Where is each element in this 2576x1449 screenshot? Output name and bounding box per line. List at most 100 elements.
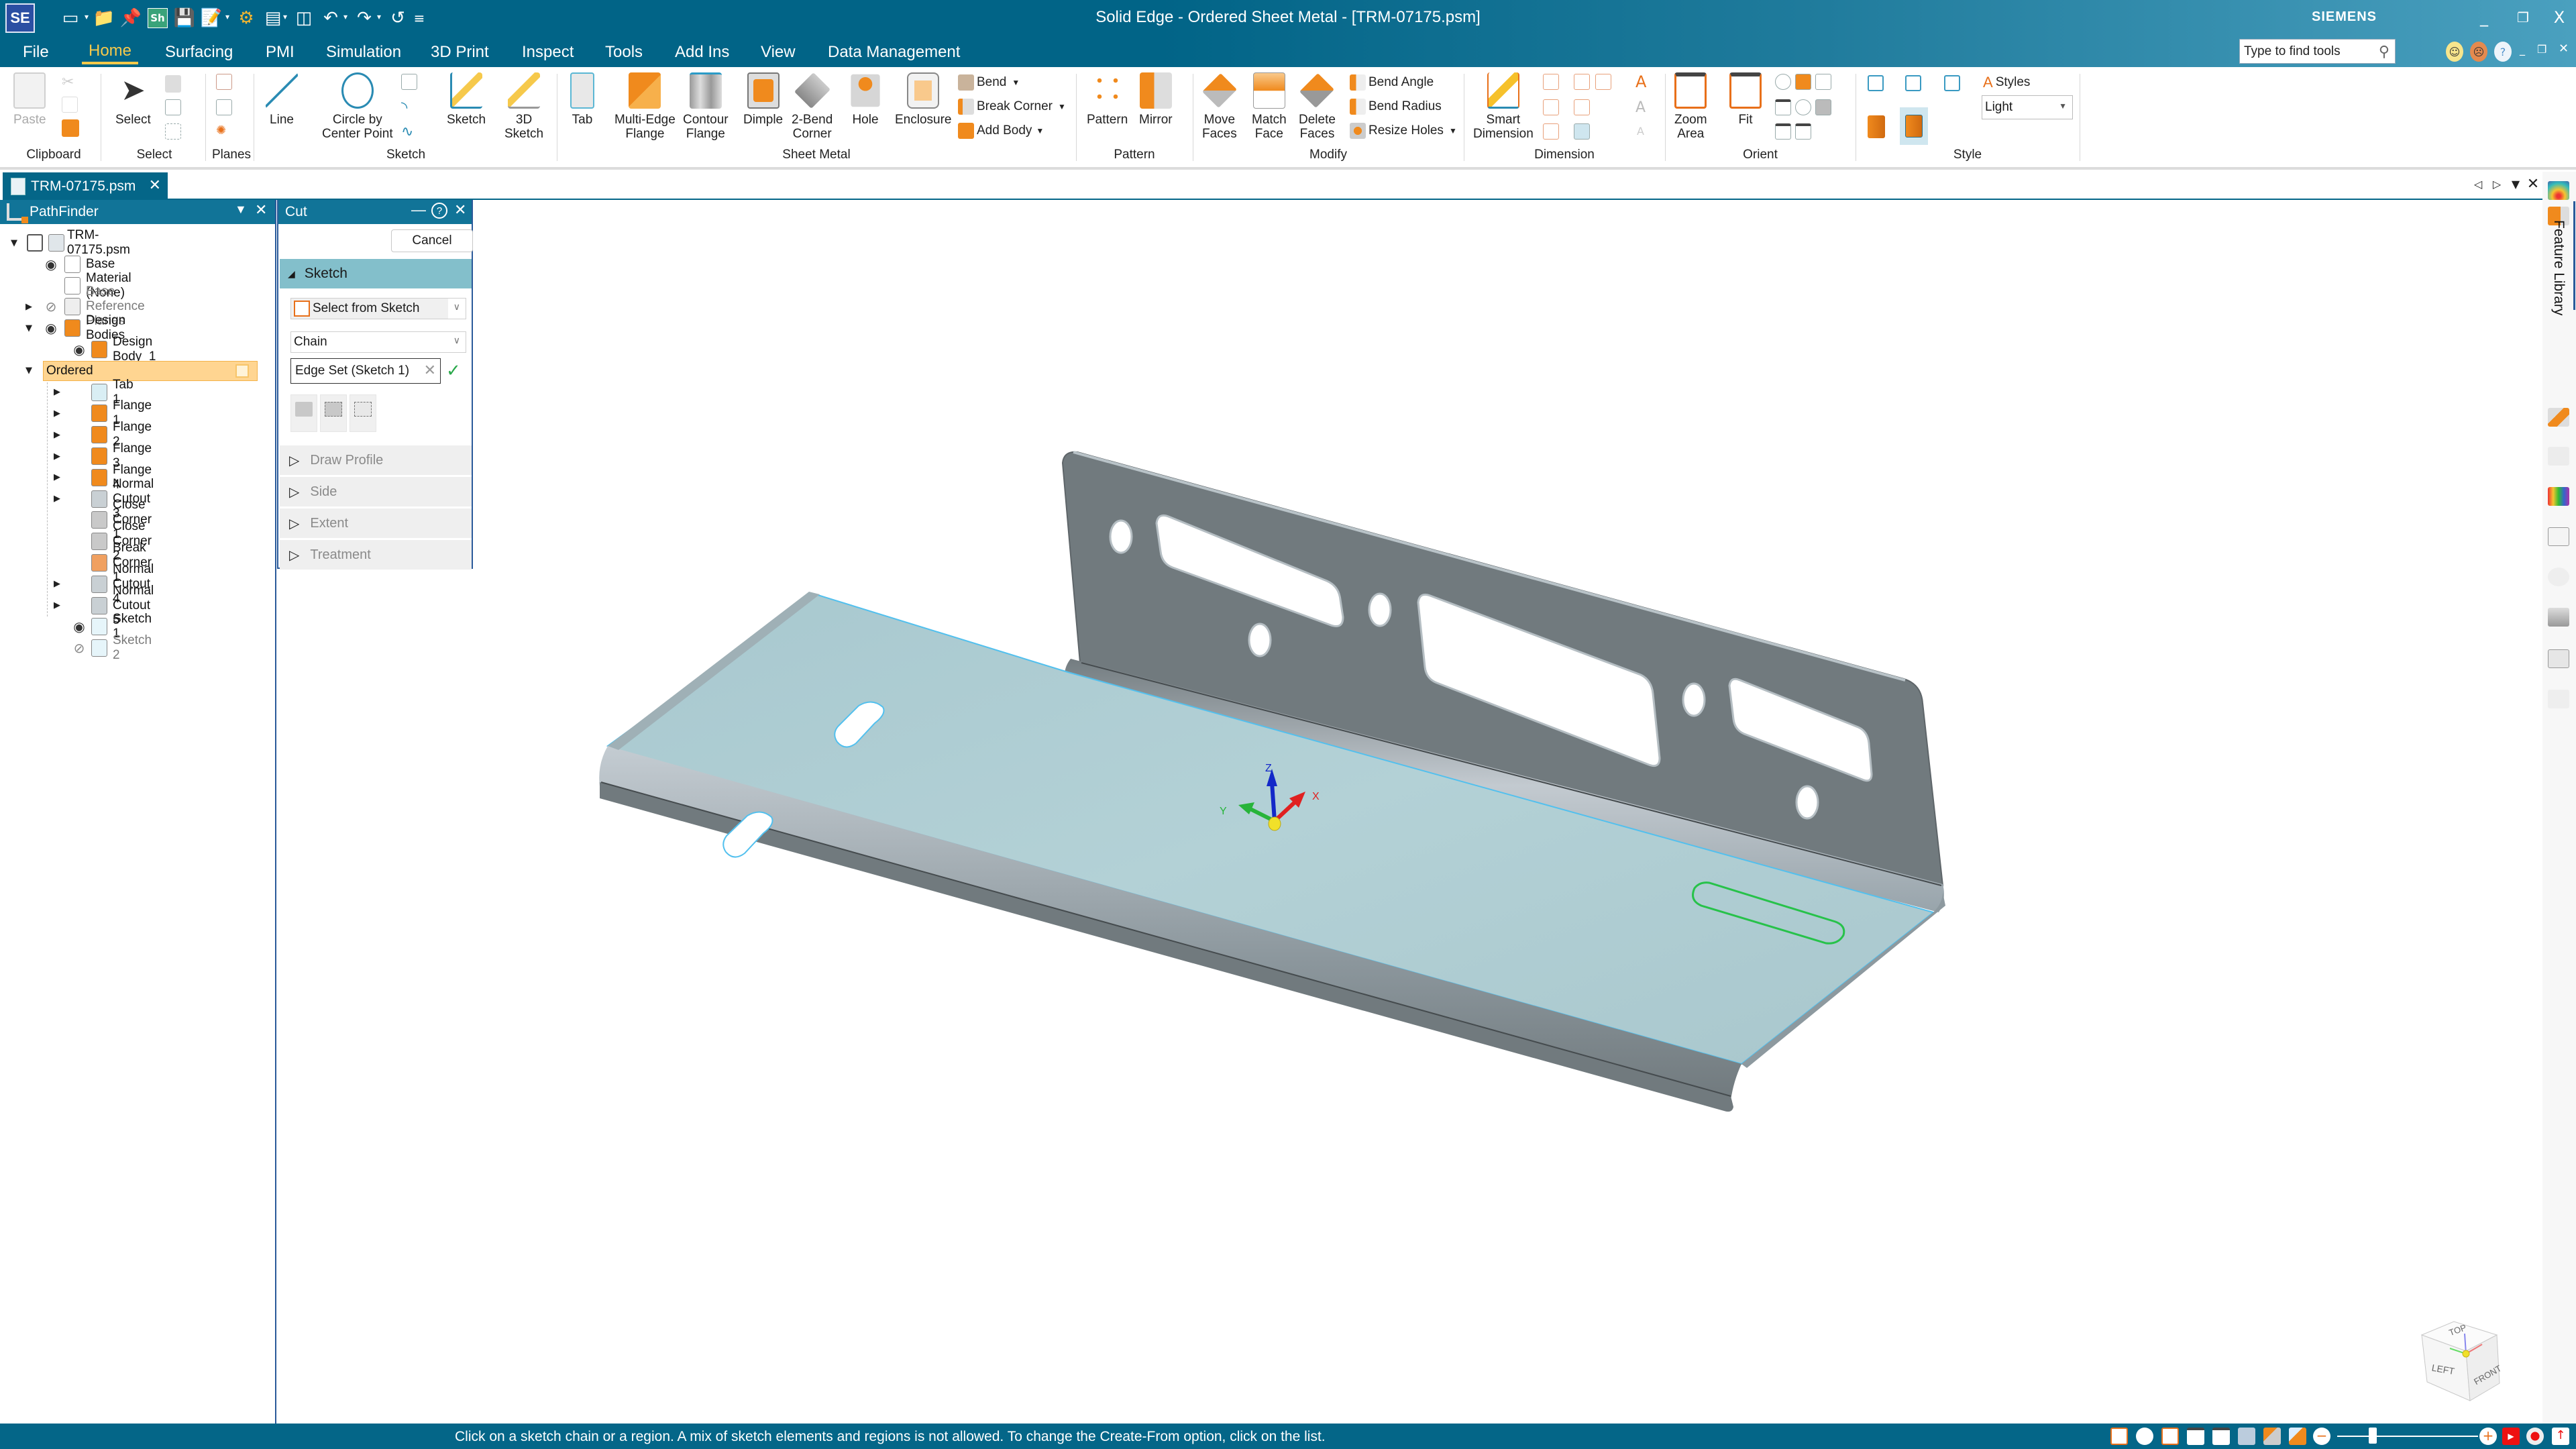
resize-holes-button[interactable]: Resize Holes ▼ xyxy=(1350,121,1457,141)
filter-icon[interactable] xyxy=(165,75,181,93)
expand-node-icon[interactable]: ▶ xyxy=(52,600,62,610)
collapse-node-icon[interactable]: ▼ xyxy=(9,238,19,248)
side-section[interactable]: ▷ Side xyxy=(280,477,472,506)
heatmap-icon[interactable] xyxy=(2548,181,2569,200)
tab-surfacing[interactable]: Surfacing xyxy=(158,40,239,64)
restore-button[interactable]: ❐ xyxy=(2510,4,2536,31)
curve-icon[interactable]: ∿ xyxy=(401,123,413,140)
contour-flange-button[interactable]: Contour Flange xyxy=(683,72,729,141)
shaded-with-edges-icon[interactable] xyxy=(1900,107,1928,145)
expand-node-icon[interactable]: ▶ xyxy=(52,472,62,482)
expand-node-icon[interactable]: ▶ xyxy=(52,409,62,419)
deselect-all-button[interactable] xyxy=(350,394,376,432)
video-tutorial-icon[interactable]: ▶ xyxy=(2502,1428,2520,1445)
cancel-button[interactable]: Cancel xyxy=(391,229,473,252)
shaded-icon[interactable] xyxy=(1868,115,1885,138)
hidden-eye-icon[interactable]: ⊘ xyxy=(71,640,87,656)
circle-by-center-button[interactable]: Circle by Center Point xyxy=(322,72,393,141)
hole-button[interactable]: Hole xyxy=(849,72,881,127)
coordinate-system-icon[interactable]: ✺ xyxy=(216,123,232,140)
plane-angle-icon[interactable] xyxy=(216,99,232,115)
move-faces-button[interactable]: Move Faces xyxy=(1201,72,1237,141)
dimension-style-icon[interactable] xyxy=(1574,123,1590,140)
fit-icon[interactable] xyxy=(2161,1428,2179,1445)
tab-list-icon[interactable]: ▼ xyxy=(2508,176,2524,192)
close-document-tab-icon[interactable]: ✕ xyxy=(149,176,161,194)
help-icon[interactable]: ? xyxy=(2494,42,2512,62)
feedback-happy-icon[interactable]: ☺ xyxy=(2446,42,2463,62)
layers-icon[interactable] xyxy=(2548,608,2569,627)
box-select-icon[interactable] xyxy=(165,123,181,140)
view-cube[interactable]: TOP LEFT FRONT xyxy=(2415,1307,2529,1407)
visible-hidden-edges-icon[interactable] xyxy=(1905,75,1921,91)
zoom-out-icon[interactable]: − xyxy=(2313,1428,2330,1445)
bend-radius-button[interactable]: Bend Radius xyxy=(1350,97,1442,117)
help-icon[interactable]: ? xyxy=(431,203,447,219)
expand-node-icon[interactable]: ▶ xyxy=(52,387,62,397)
select-mode-icon[interactable] xyxy=(165,99,181,115)
treatment-section[interactable]: ▷ Treatment xyxy=(280,540,472,570)
document-tab[interactable]: TRM-07175.psm ✕ xyxy=(3,172,168,200)
expand-node-icon[interactable]: ▶ xyxy=(52,579,62,589)
zoom-icon[interactable] xyxy=(2136,1428,2153,1445)
zoom-slider-thumb[interactable] xyxy=(2368,1428,2377,1444)
pathfinder-options-icon[interactable]: ▼ xyxy=(235,203,247,217)
tab-scroll-left-icon[interactable]: ◁ xyxy=(2470,176,2486,192)
visibility-eye-icon[interactable]: ◉ xyxy=(71,341,87,358)
mirror-button[interactable]: Mirror xyxy=(1139,72,1173,127)
paste-button[interactable]: Paste xyxy=(13,72,46,127)
close-panel-icon[interactable]: ✕ xyxy=(454,201,466,219)
expand-node-icon[interactable]: ▶ xyxy=(52,451,62,462)
styles-button[interactable]: A Styles xyxy=(1983,72,2030,93)
rotate-icon[interactable] xyxy=(1795,99,1811,115)
pattern-button[interactable]: Pattern xyxy=(1087,72,1128,127)
add-region-button[interactable] xyxy=(290,394,317,432)
find-tools-search-input[interactable]: Type to find tools ⚲ xyxy=(2239,39,2396,64)
view-orient-icon[interactable] xyxy=(1795,74,1811,90)
hidden-eye-icon[interactable]: ⊘ xyxy=(43,299,59,315)
add-body-button[interactable]: Add Body ▼ xyxy=(958,121,1044,141)
tab-home[interactable]: Home xyxy=(82,40,139,64)
break-corner-button[interactable]: Break Corner ▼ xyxy=(958,97,1066,117)
visibility-eye-icon[interactable]: ◉ xyxy=(43,256,59,272)
tab-pmi[interactable]: PMI xyxy=(259,40,301,64)
deselect-region-button[interactable] xyxy=(320,394,347,432)
delete-faces-button[interactable]: Delete Faces xyxy=(1299,72,1336,141)
fit-button[interactable]: Fit xyxy=(1729,72,1762,127)
angle-between-icon[interactable] xyxy=(1543,99,1559,115)
rotate-cw-icon[interactable] xyxy=(1795,123,1811,140)
minimize-button[interactable]: _ xyxy=(2471,4,2497,31)
multi-edge-flange-button[interactable]: Multi-Edge Flange xyxy=(614,72,676,141)
bend-button[interactable]: Bend ▼ xyxy=(958,72,1020,93)
close-all-tabs-icon[interactable]: ✕ xyxy=(2525,176,2541,193)
layers-blocks-icon[interactable] xyxy=(2548,408,2569,427)
tab-add-ins[interactable]: Add Ins xyxy=(668,40,736,64)
view-orientation-icon[interactable] xyxy=(2238,1428,2255,1445)
minimize-panel-icon[interactable]: — xyxy=(411,201,426,219)
feature-library-tab[interactable]: Feature Library xyxy=(2551,220,2567,315)
collapse-node-icon[interactable]: ▼ xyxy=(24,366,34,376)
dimension-axis-icon[interactable] xyxy=(1543,123,1559,140)
feedback-sad-icon[interactable]: ☹ xyxy=(2470,42,2487,62)
spin-about-icon[interactable] xyxy=(1815,99,1831,115)
zoom-area-icon[interactable] xyxy=(2110,1428,2128,1445)
ribbon-close-button[interactable]: ✕ xyxy=(2559,42,2569,56)
enclosure-button[interactable]: Enclosure xyxy=(895,72,952,127)
expand-node-icon[interactable]: ▶ xyxy=(24,302,34,312)
accept-checkmark-icon[interactable]: ✓ xyxy=(446,361,461,381)
tree-item[interactable]: TRM-07175.psm xyxy=(67,228,130,257)
text-decrease-icon[interactable]: A xyxy=(1637,125,1644,138)
link-icon[interactable] xyxy=(2548,568,2569,586)
pathfinder-close-icon[interactable]: ✕ xyxy=(255,201,267,219)
tree-item[interactable]: Design Body_1 xyxy=(113,335,156,364)
2-bend-corner-button[interactable]: 2-Bend Corner xyxy=(792,72,833,141)
point-icon[interactable] xyxy=(401,74,417,90)
pan-icon[interactable] xyxy=(1775,99,1791,115)
zoom-slider-track[interactable] xyxy=(2337,1436,2478,1437)
record-icon[interactable] xyxy=(2526,1428,2544,1445)
zoom-in-icon[interactable]: + xyxy=(2479,1428,2497,1445)
cut-scissors-icon[interactable]: ✂ xyxy=(62,74,74,91)
search-icon[interactable]: ⚲ xyxy=(2379,43,2390,60)
tab-file[interactable]: File xyxy=(16,40,56,64)
3d-sketch-button[interactable]: 3D Sketch xyxy=(504,72,543,141)
